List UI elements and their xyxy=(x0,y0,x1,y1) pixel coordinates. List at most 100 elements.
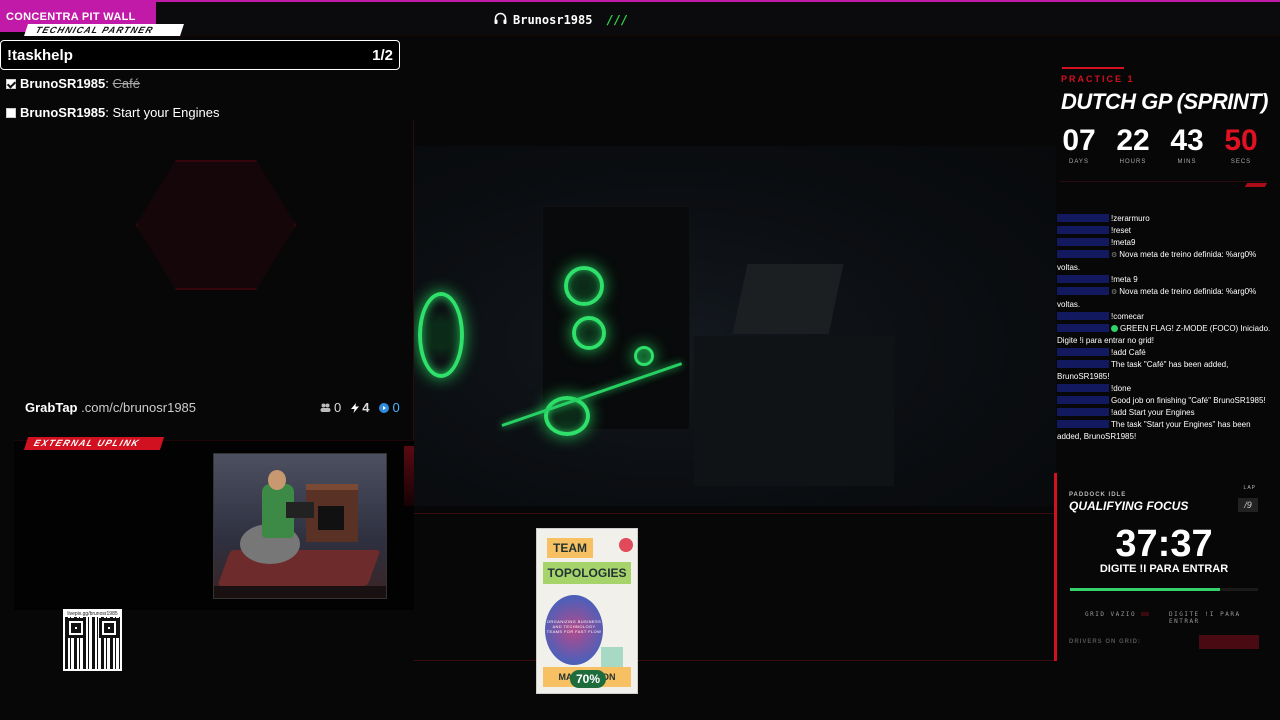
race-title: DUTCH GP (SPRINT) xyxy=(1061,89,1269,114)
book-title-2: TOPOLOGIES xyxy=(543,562,631,584)
book-dot xyxy=(619,538,633,552)
bot-icon: ⚙ xyxy=(1111,289,1120,296)
grabtap-users-count: 0 xyxy=(334,400,342,415)
countdown-value: 50 xyxy=(1224,124,1258,157)
user-bar: Brunosr1985 /// xyxy=(494,10,628,30)
webcam-feed xyxy=(414,146,1056,506)
countdown-label: DAYS xyxy=(1069,159,1089,165)
bot-icon: ⚙ xyxy=(1111,252,1120,259)
task-checkbox[interactable] xyxy=(6,107,16,118)
countdown-value: 43 xyxy=(1170,124,1204,157)
qr-code: livepix.gg/brunosr1985 xyxy=(63,609,122,671)
qr-pattern xyxy=(65,617,120,669)
grabtap-brand: GrabTap xyxy=(25,400,78,415)
focus-status: PADDOCK IDLE xyxy=(1069,492,1127,498)
grabtap-url: .com/c/brunosr1985 xyxy=(81,400,197,415)
countdown-divider xyxy=(1060,181,1266,182)
countdown-value: 07 xyxy=(1062,124,1096,157)
chat-nick xyxy=(1057,408,1109,416)
task-page: 1/2 xyxy=(372,46,393,64)
grid-empty-label: GRID VAZIO xyxy=(1085,611,1137,618)
chat-nick xyxy=(1057,275,1109,283)
chat-text: Good job on finishing "Café" BrunoSR1985… xyxy=(1111,396,1266,405)
chat-message: !done xyxy=(1057,383,1271,395)
focus-timer: 37:37 xyxy=(1115,523,1213,565)
countdown-value: 22 xyxy=(1116,124,1150,157)
countdown-divider-accent xyxy=(1244,183,1268,187)
stream-overlay: CONCENTRA PIT WALL Brunosr1985 /// TECHN… xyxy=(0,0,1280,720)
chat-text: !reset xyxy=(1111,226,1132,235)
bolt-icon xyxy=(351,402,360,413)
case-fan xyxy=(564,266,604,306)
top-bar xyxy=(156,2,1280,36)
username: Brunosr1985 xyxy=(513,13,593,27)
chat-message: The task "Café" has been added, BrunoSR1… xyxy=(1057,359,1271,383)
users-icon xyxy=(320,403,331,412)
chat-nick xyxy=(1057,396,1109,404)
task-command: !taskhelp xyxy=(7,46,73,64)
task-checkbox[interactable] xyxy=(6,78,16,89)
grabtap-points: 0 xyxy=(379,400,400,415)
grid-prompt-label: DIGITE !I PARA ENTRAR xyxy=(1169,611,1241,625)
chat-nick xyxy=(1057,226,1109,234)
chat-message: Good job on finishing "Café" BrunoSR1985… xyxy=(1057,395,1271,407)
focus-panel: PADDOCK IDLE LAP /9 QUALIFYING FOCUS 37:… xyxy=(1054,473,1268,661)
chat-nick xyxy=(1057,324,1109,332)
countdown-secs: 50 SECS xyxy=(1217,124,1265,165)
chat-message: !add Start your Engines xyxy=(1057,407,1271,419)
rug xyxy=(217,550,381,586)
divider xyxy=(414,660,1054,661)
chat-message: !meta9 xyxy=(1057,237,1271,249)
play-icon xyxy=(379,402,390,413)
grabtap-users: 0 xyxy=(320,400,341,415)
chat-text: !done xyxy=(1111,384,1132,393)
lap-label: LAP xyxy=(1243,485,1256,491)
book-title-1: TEAM xyxy=(547,538,593,558)
chat-nick xyxy=(1057,312,1109,320)
task-user: BrunoSR1985 xyxy=(20,105,106,120)
countdown-hours: 22 HOURS xyxy=(1109,124,1157,165)
countdown-label: SECS xyxy=(1230,159,1252,165)
grabtap-bolts-count: 4 xyxy=(362,400,370,415)
video-controls xyxy=(214,586,386,598)
fireplace-opening xyxy=(318,506,344,530)
book-progress: 70% xyxy=(570,670,606,688)
chat-nick xyxy=(1057,360,1109,368)
case-fan xyxy=(418,292,464,378)
session-label: PRACTICE 1 xyxy=(1061,74,1135,84)
grabtap-link[interactable]: GrabTap .com/c/brunosr1985 xyxy=(25,400,196,415)
chat-message: !reset xyxy=(1057,225,1271,237)
task-item: BrunoSR1985: Café xyxy=(6,76,140,91)
session-accent xyxy=(1062,67,1124,69)
chat-nick xyxy=(1057,384,1109,392)
countdown-label: HOURS xyxy=(1119,159,1147,165)
chat-nick xyxy=(1057,420,1109,428)
uplink-video xyxy=(213,453,387,599)
chat-nick xyxy=(1057,250,1109,258)
chat-text: !zerarmuro xyxy=(1111,214,1150,223)
drivers-label: DRIVERS ON GRID: xyxy=(1069,639,1142,645)
headphones-icon xyxy=(494,12,507,28)
chat-message: The task "Start your Engines" has been a… xyxy=(1057,419,1271,443)
focus-prompt: DIGITE !I PARA ENTRAR xyxy=(1099,563,1229,575)
focus-progress-fill xyxy=(1070,588,1221,591)
book-subtitle: ORGANIZING BUSINESS AND TECHNOLOGY TEAMS… xyxy=(545,595,603,665)
green-flag-icon xyxy=(1111,325,1118,332)
countdown-mins: 43 MINS xyxy=(1163,124,1211,165)
chat-nick xyxy=(1057,214,1109,222)
chat-message: !comecar xyxy=(1057,311,1271,323)
grabtap-bolts: 4 xyxy=(351,400,369,415)
task-sep: : xyxy=(105,105,109,120)
grabtap-points-count: 0 xyxy=(392,400,400,415)
lap-value: /9 xyxy=(1238,498,1258,512)
laptop xyxy=(286,502,314,518)
chat-message: !meta 9 xyxy=(1057,274,1271,286)
task-user: BrunoSR1985 xyxy=(20,76,106,91)
countdown-days: 07 DAYS xyxy=(1055,124,1103,165)
grabtap-stats: 0 4 0 xyxy=(320,400,400,415)
chat-message: ⚙ Nova meta de treino definida: %arg0% v… xyxy=(1057,249,1271,274)
task-text: Start your Engines xyxy=(112,105,220,120)
chat-text: !meta9 xyxy=(1111,238,1136,247)
countdown-label: MINS xyxy=(1177,159,1197,165)
chat-text: !meta 9 xyxy=(1111,275,1138,284)
